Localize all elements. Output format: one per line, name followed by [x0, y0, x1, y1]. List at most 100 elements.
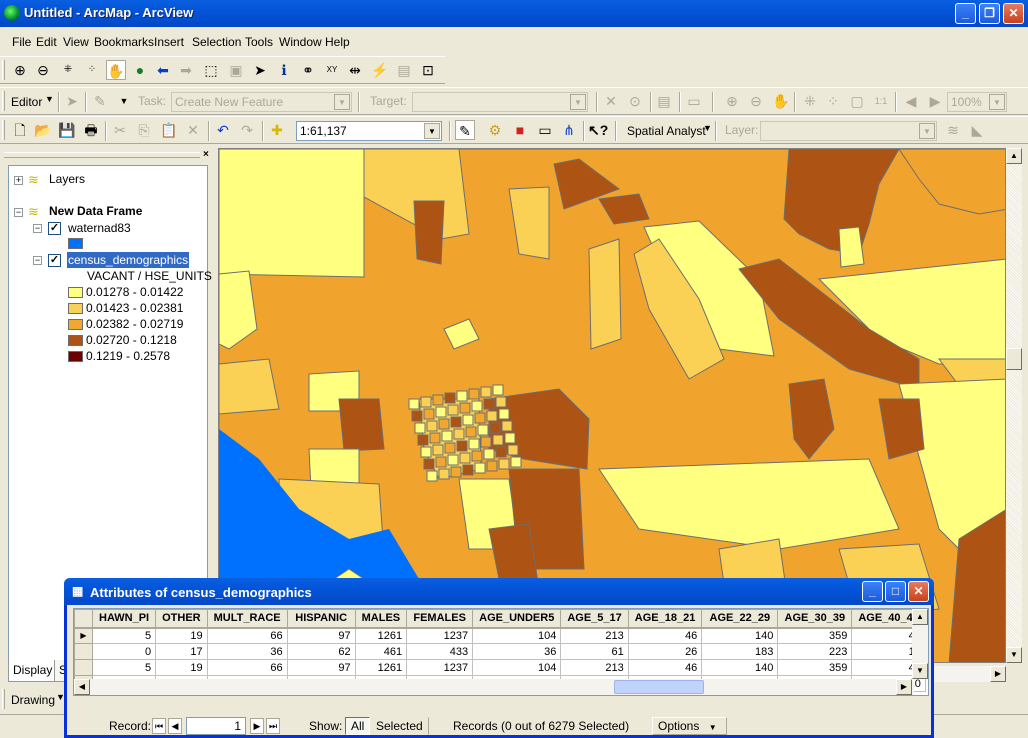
scroll-thumb[interactable]	[614, 680, 704, 694]
table-cell[interactable]: 213	[560, 659, 629, 676]
table-cell[interactable]: 97	[286, 627, 356, 644]
column-header[interactable]: OTHER	[155, 609, 208, 629]
magnifier-window-icon[interactable]: ⊡	[418, 60, 438, 80]
table-cell[interactable]: 140	[701, 627, 779, 644]
toc-drag-handle[interactable]	[4, 152, 200, 158]
pan-icon[interactable]: ✋	[106, 60, 126, 80]
split-tool-icon[interactable]: ✕	[601, 91, 621, 111]
collapse-icon[interactable]: −	[33, 256, 42, 265]
collapse-icon[interactable]: −	[14, 208, 23, 217]
histogram-icon[interactable]: ◣	[967, 120, 987, 140]
table-cell[interactable]: 0	[91, 643, 157, 660]
table-cell[interactable]: 97	[286, 659, 356, 676]
print-icon[interactable]: 🖶	[81, 120, 101, 140]
add-data-icon[interactable]: ✚	[267, 120, 287, 140]
scroll-right-button[interactable]: ▶	[896, 679, 912, 695]
column-header[interactable]: HAWN_PI	[91, 609, 157, 629]
scroll-up-button[interactable]: ▲	[1006, 148, 1022, 164]
table-cell[interactable]: 359	[777, 627, 853, 644]
whats-this-help-icon[interactable]: ↖?	[588, 120, 608, 140]
sketch-tool-dropdown-icon[interactable]: ▼	[114, 91, 134, 111]
close-button[interactable]: ✕	[1003, 3, 1024, 24]
sketch-properties-icon[interactable]: ▭	[684, 91, 704, 111]
layout-zoom-in-icon[interactable]: ⊕	[722, 91, 742, 111]
chevron-down-icon[interactable]: ▼	[919, 123, 935, 139]
open-icon[interactable]: 📂	[33, 120, 53, 140]
new-document-icon[interactable]: 🗋	[10, 120, 30, 140]
toolbar-grip[interactable]	[2, 689, 5, 709]
first-record-button[interactable]: ⏮	[152, 718, 166, 734]
scroll-up-button[interactable]: ▲	[912, 609, 928, 625]
layout-forward-icon[interactable]: ▶	[925, 91, 945, 111]
chevron-down-icon[interactable]: ▼	[703, 123, 712, 133]
rotate-tool-icon[interactable]: ⊙	[625, 91, 645, 111]
model-builder-icon[interactable]: ⋔	[559, 120, 579, 140]
menu-insert[interactable]: Insert	[154, 35, 184, 49]
drawing-menu-button[interactable]: Drawing	[11, 693, 55, 707]
layout-zoom-out-icon[interactable]: ⊖	[746, 91, 766, 111]
toc-data-frame[interactable]: New Data Frame	[49, 204, 142, 218]
column-header[interactable]: MALES	[354, 609, 408, 629]
attributes-icon[interactable]: ▤	[654, 91, 674, 111]
record-number-input[interactable]: 1	[186, 717, 246, 735]
column-header[interactable]: AGE_22_29	[701, 609, 779, 629]
forward-icon[interactable]: ➡	[176, 60, 196, 80]
table-cell[interactable]: 19	[155, 659, 208, 676]
layer-dropdown[interactable]: ▼	[760, 121, 937, 141]
sketch-tool-icon[interactable]: ✎	[90, 91, 110, 111]
expand-icon[interactable]: +	[14, 176, 23, 185]
spatial-analyst-menu[interactable]: Spatial Analyst	[627, 124, 706, 138]
menu-file[interactable]: File	[12, 35, 31, 49]
layout-pan-icon[interactable]: ✋	[771, 91, 791, 111]
last-record-button[interactable]: ⏭	[266, 718, 280, 734]
chevron-down-icon[interactable]: ▼	[45, 94, 54, 104]
show-selected-button[interactable]: Selected	[370, 717, 429, 735]
editor-toolbar-icon[interactable]: ✎	[455, 120, 475, 140]
paste-icon[interactable]: 📋	[159, 120, 179, 140]
row-selector[interactable]	[74, 643, 93, 660]
zoom-in-icon[interactable]: ⊕	[10, 60, 30, 80]
chevron-down-icon[interactable]: ▼	[989, 94, 1005, 110]
scroll-thumb[interactable]	[1006, 348, 1022, 370]
attributes-maximize-button[interactable]: □	[885, 581, 906, 602]
undo-icon[interactable]: ↶	[213, 120, 233, 140]
table-cell[interactable]: 1237	[406, 627, 474, 644]
attributes-minimize-button[interactable]: _	[862, 581, 883, 602]
row-selector[interactable]	[74, 659, 93, 676]
back-icon[interactable]: ⬅	[153, 60, 173, 80]
column-header[interactable]: AGE_5_17	[560, 609, 629, 629]
table-cell[interactable]: 104	[472, 659, 562, 676]
clear-selection-icon[interactable]: ▣	[226, 60, 246, 80]
fixed-zoom-in-icon[interactable]: ⁜	[58, 60, 78, 80]
table-cell[interactable]: 1261	[354, 659, 408, 676]
column-header[interactable]: MULT_RACE	[206, 609, 288, 629]
class-swatch[interactable]	[68, 335, 83, 346]
arccatalog-icon[interactable]: ⚙	[485, 120, 505, 140]
layout-back-icon[interactable]: ◀	[901, 91, 921, 111]
layout-zoom-dropdown[interactable]: 100% ▼	[947, 92, 1007, 112]
toolbar-grip[interactable]	[2, 91, 5, 111]
table-cell[interactable]: 66	[206, 627, 288, 644]
table-cell[interactable]: 140	[701, 659, 779, 676]
scroll-left-button[interactable]: ◀	[74, 679, 90, 695]
column-header[interactable]: AGE_18_21	[627, 609, 703, 629]
column-header[interactable]: HISPANIC	[286, 609, 356, 629]
table-cell[interactable]: 461	[354, 643, 408, 660]
table-row[interactable]: 017366246143336612618322310	[74, 643, 926, 660]
table-cell[interactable]: 1261	[354, 627, 408, 644]
menu-window[interactable]: Window	[279, 35, 322, 49]
copy-icon[interactable]: ⎘	[134, 120, 154, 140]
table-cell[interactable]: 61	[560, 643, 629, 660]
table-cell[interactable]: 5	[91, 659, 157, 676]
layout-whole-page-icon[interactable]: ▢	[847, 91, 867, 111]
scroll-down-button[interactable]: ▼	[1006, 647, 1022, 663]
table-cell[interactable]: 36	[472, 643, 562, 660]
options-button[interactable]: Options ▼	[652, 717, 727, 735]
next-record-button[interactable]: ▶	[250, 718, 264, 734]
table-cell[interactable]: 5	[91, 627, 157, 644]
measure-icon[interactable]: ⇹	[345, 60, 365, 80]
delete-icon[interactable]: ✕	[183, 120, 203, 140]
edit-tool-icon[interactable]: ➤	[62, 91, 82, 111]
html-popup-icon[interactable]: ▤	[394, 60, 414, 80]
toc-layer-waternad83[interactable]: waternad83	[68, 221, 131, 235]
